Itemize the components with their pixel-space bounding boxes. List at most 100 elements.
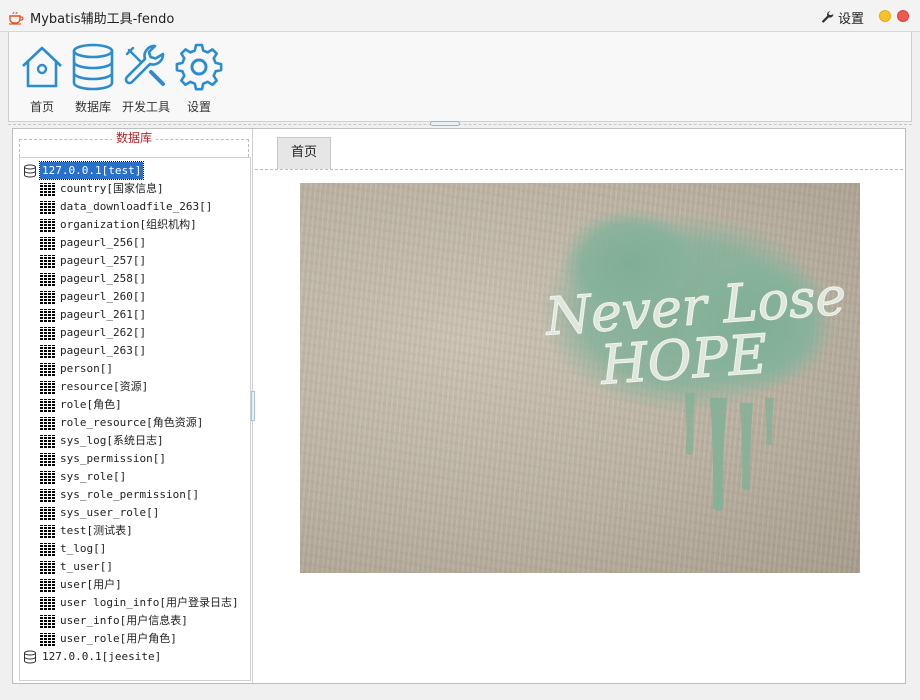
toolbar-home-label: 首页 xyxy=(29,100,54,114)
table-icon xyxy=(40,579,56,592)
table-label: resource[资源] xyxy=(60,380,149,393)
table-label: sys_log[系统日志] xyxy=(60,434,164,447)
tree-table-item[interactable]: pageurl_262[] xyxy=(20,324,250,341)
toolbar-home-button[interactable]: 首页 xyxy=(13,38,71,114)
tree-table-item[interactable]: data_downloadfile_263[] xyxy=(20,198,250,215)
connection-label: 127.0.0.1[jeesite] xyxy=(42,650,162,663)
toolbar-database-button[interactable]: 数据库 xyxy=(64,38,122,114)
title-settings-label: 设置 xyxy=(838,12,865,27)
tree-table-item[interactable]: sys_log[系统日志] xyxy=(20,432,250,449)
table-icon xyxy=(40,291,56,304)
tree-connection[interactable]: 127.0.0.1[test] xyxy=(20,161,250,180)
table-label: data_downloadfile_263[] xyxy=(60,200,213,213)
table-label: user_role[用户角色] xyxy=(60,632,177,645)
table-icon xyxy=(40,183,56,196)
table-label: sys_role_permission[] xyxy=(60,488,200,501)
toolbar-database-label: 数据库 xyxy=(74,100,111,114)
toolbar-settings-label: 设置 xyxy=(186,100,211,114)
tree-table-item[interactable]: sys_user_role[] xyxy=(20,504,250,521)
tree-table-item[interactable]: role[角色] xyxy=(20,396,250,413)
table-label: role_resource[角色资源] xyxy=(60,416,204,429)
database-panel: 数据库 127.0.0.1[test] country[国家信息] data_dow… xyxy=(13,129,255,683)
tree-table-item[interactable]: sys_role[] xyxy=(20,468,250,485)
table-label: user_info[用户信息表] xyxy=(60,614,188,627)
toolbar-devtools-label: 开发工具 xyxy=(121,100,170,114)
title-settings-button[interactable]: 设置 xyxy=(822,8,864,27)
table-label: pageurl_262[] xyxy=(60,326,147,339)
table-label: t_user[] xyxy=(60,560,113,573)
table-label: pageurl_263[] xyxy=(60,344,147,357)
table-label: country[国家信息] xyxy=(60,182,164,195)
tree-table-item[interactable]: organization[组织机构] xyxy=(20,216,250,233)
table-label: organization[组织机构] xyxy=(60,218,197,231)
table-label: user login_info[用户登录日志] xyxy=(60,596,239,609)
graffiti-image: Never Lose HOPE xyxy=(300,183,860,573)
toolbar: 首页 数据库 开发工具 设置 xyxy=(8,32,912,122)
table-icon xyxy=(40,399,56,412)
tree-table-item[interactable]: user[用户] xyxy=(20,576,250,593)
table-label: pageurl_257[] xyxy=(60,254,147,267)
graffiti-line-2: HOPE xyxy=(597,322,769,397)
tree-table-item[interactable]: test[测试表] xyxy=(20,522,250,539)
table-label: sys_permission[] xyxy=(60,452,166,465)
coffee-cup-icon xyxy=(9,11,24,25)
graffiti-art: Never Lose HOPE xyxy=(540,208,849,511)
table-icon xyxy=(40,327,56,340)
database-icon xyxy=(24,164,36,178)
table-label: user[用户] xyxy=(60,578,122,591)
content-panel: 首页 Never Lose HOPE xyxy=(255,129,905,683)
table-icon xyxy=(40,507,56,520)
toolbar-divider xyxy=(8,124,912,125)
tree-table-item[interactable]: role_resource[角色资源] xyxy=(20,414,250,431)
panel-title-label: 数据库 xyxy=(111,131,156,145)
tree-table-item[interactable]: user login_info[用户登录日志] xyxy=(20,594,250,611)
table-icon xyxy=(40,615,56,628)
table-icon xyxy=(40,363,56,376)
tree-table-item[interactable]: user_info[用户信息表] xyxy=(20,612,250,629)
table-icon xyxy=(40,219,56,232)
database-icon xyxy=(24,650,36,664)
toolbar-settings-button[interactable]: 设置 xyxy=(170,38,228,114)
tree-table-item[interactable]: t_user[] xyxy=(20,558,250,575)
table-icon xyxy=(40,561,56,574)
tree-table-item[interactable]: pageurl_256[] xyxy=(20,234,250,251)
table-icon xyxy=(40,345,56,358)
tree-table-item[interactable]: pageurl_261[] xyxy=(20,306,250,323)
main-frame: 数据库 127.0.0.1[test] country[国家信息] data_dow… xyxy=(12,128,906,684)
table-label: t_log[] xyxy=(60,542,107,555)
table-icon xyxy=(40,435,56,448)
window-title: Mybatis辅助工具-fendo xyxy=(30,12,175,27)
split-handle[interactable] xyxy=(430,121,460,126)
tree-connection[interactable]: 127.0.0.1[jeesite] xyxy=(20,648,250,665)
tab-underline xyxy=(255,169,903,170)
home-icon xyxy=(22,46,62,88)
database-icon xyxy=(72,43,114,91)
table-label: pageurl_258[] xyxy=(60,272,147,285)
table-icon xyxy=(40,633,56,646)
tree-table-item[interactable]: pageurl_258[] xyxy=(20,270,250,287)
tree-table-item[interactable]: pageurl_263[] xyxy=(20,342,250,359)
table-label: person[] xyxy=(60,362,113,375)
tree-table-item[interactable]: pageurl_257[] xyxy=(20,252,250,269)
toolbar-devtools-button[interactable]: 开发工具 xyxy=(117,38,175,114)
table-icon xyxy=(40,597,56,610)
connection-label: 127.0.0.1[test] xyxy=(38,161,145,180)
tree-table-item[interactable]: sys_role_permission[] xyxy=(20,486,250,503)
table-label: sys_user_role[] xyxy=(60,506,160,519)
table-label: test[测试表] xyxy=(60,524,133,537)
tree-table-item[interactable]: user_role[用户角色] xyxy=(20,630,250,647)
table-icon xyxy=(40,201,56,214)
table-label: pageurl_260[] xyxy=(60,290,147,303)
close-button[interactable] xyxy=(897,10,909,22)
tab-home[interactable]: 首页 xyxy=(277,137,331,169)
title-bar: Mybatis辅助工具-fendo 设置 xyxy=(0,0,920,32)
tree-table-item[interactable]: person[] xyxy=(20,360,250,377)
table-icon xyxy=(40,471,56,484)
tree-table-item[interactable]: country[国家信息] xyxy=(20,180,250,197)
tree-table-item[interactable]: resource[资源] xyxy=(20,378,250,395)
tree-table-item[interactable]: pageurl_260[] xyxy=(20,288,250,305)
table-icon xyxy=(40,255,56,268)
tree-table-item[interactable]: sys_permission[] xyxy=(20,450,250,467)
tree-table-item[interactable]: t_log[] xyxy=(20,540,250,557)
minimize-button[interactable] xyxy=(879,10,891,22)
